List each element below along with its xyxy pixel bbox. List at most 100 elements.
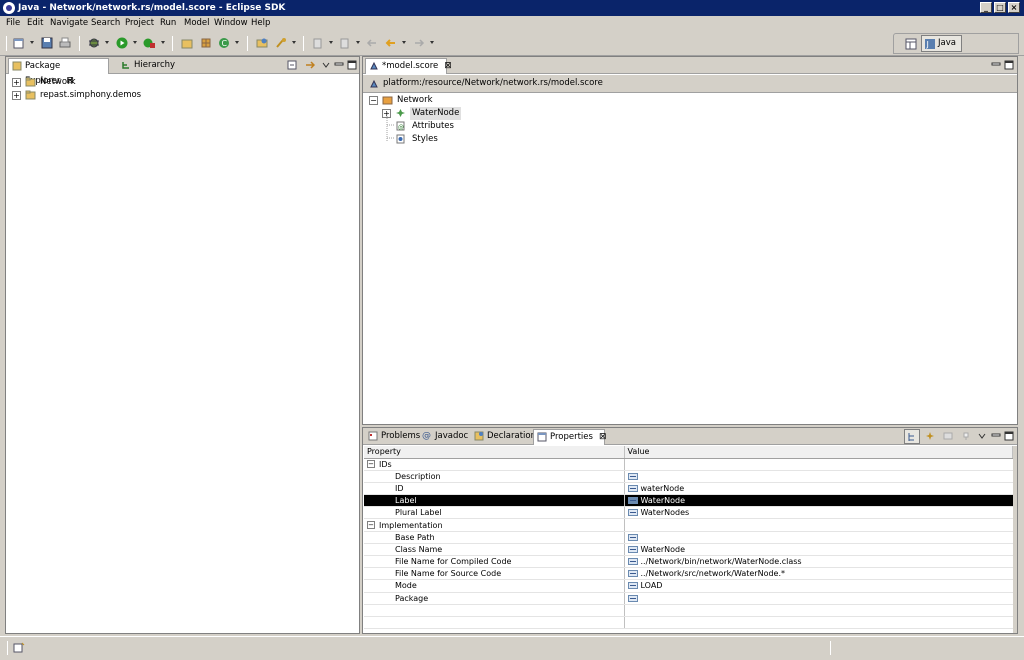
menu-window[interactable]: Window: [214, 17, 248, 30]
tab-declaration[interactable]: Declaration: [471, 429, 536, 445]
expand-icon[interactable]: +: [382, 109, 391, 118]
menu-project[interactable]: Project: [125, 17, 154, 30]
property-value[interactable]: WaterNode: [641, 545, 686, 554]
menu-search[interactable]: Search: [91, 17, 120, 30]
menu-edit[interactable]: Edit: [27, 17, 43, 30]
collapse-all-icon[interactable]: [287, 60, 297, 70]
property-name: Package: [364, 592, 625, 605]
show-advanced-icon[interactable]: [925, 431, 935, 441]
table-row[interactable]: Mode LOAD: [364, 579, 1013, 593]
menu-navigate[interactable]: Navigate: [50, 17, 88, 30]
tab-model-score[interactable]: *model.score ⊠: [365, 58, 452, 74]
new-package-icon[interactable]: [200, 37, 212, 49]
show-categories-button[interactable]: [904, 429, 920, 444]
annotation-dropdown-icon[interactable]: [329, 41, 333, 44]
debug-dropdown-icon[interactable]: [105, 41, 109, 44]
column-header-value[interactable]: Value: [624, 446, 1013, 459]
expand-icon[interactable]: +: [12, 78, 21, 87]
back-icon[interactable]: [385, 37, 397, 49]
search-dropdown-icon[interactable]: [292, 41, 296, 44]
new-class-icon[interactable]: C: [218, 37, 230, 49]
maximize-button[interactable]: □: [994, 2, 1006, 13]
fast-view-icon[interactable]: [13, 642, 25, 654]
pin-icon[interactable]: [961, 431, 971, 441]
back-dropdown-icon[interactable]: [402, 41, 406, 44]
next-annotation-dropdown-icon[interactable]: [356, 41, 360, 44]
search-icon[interactable]: [275, 37, 287, 49]
property-value[interactable]: WaterNode: [641, 496, 686, 505]
group-row-implementation[interactable]: − Implementation: [364, 518, 1013, 532]
property-name: File Name for Compiled Code: [364, 555, 625, 569]
new-dropdown-icon[interactable]: [30, 41, 34, 44]
forward-dropdown-icon[interactable]: [430, 41, 434, 44]
close-button[interactable]: ×: [1008, 2, 1020, 13]
minimize-view-icon[interactable]: [991, 431, 1001, 441]
link-editor-icon[interactable]: [305, 60, 315, 70]
property-value[interactable]: ../Network/src/network/WaterNode.*: [641, 569, 786, 578]
open-perspective-icon[interactable]: [905, 38, 917, 50]
new-class-dropdown-icon[interactable]: [235, 41, 239, 44]
new-java-project-icon[interactable]: [181, 37, 193, 49]
forward-icon[interactable]: [413, 37, 425, 49]
property-value[interactable]: ../Network/bin/network/WaterNode.class: [641, 557, 802, 566]
annotation-icon[interactable]: [312, 37, 324, 49]
debug-icon[interactable]: [88, 37, 100, 49]
collapse-icon[interactable]: −: [367, 460, 375, 469]
menu-help[interactable]: Help: [251, 17, 270, 30]
table-row-selected[interactable]: Label WaterNode: [364, 494, 1013, 508]
editor-breadcrumb: platform:/resource/Network/network.rs/mo…: [363, 75, 1017, 93]
group-row-ids[interactable]: − IDs: [364, 458, 1013, 471]
table-row[interactable]: ID waterNode: [364, 482, 1013, 496]
table-row[interactable]: Base Path: [364, 531, 1013, 544]
open-type-icon[interactable]: [256, 37, 268, 49]
run-dropdown-icon[interactable]: [133, 41, 137, 44]
external-tools-icon[interactable]: [143, 37, 155, 49]
tab-problems[interactable]: Problems: [365, 429, 420, 445]
print-icon[interactable]: [59, 37, 71, 49]
next-annotation-icon[interactable]: [339, 37, 351, 49]
property-value[interactable]: WaterNodes: [641, 508, 690, 517]
table-row[interactable]: File Name for Compiled Code ../Network/b…: [364, 555, 1013, 569]
minimize-button[interactable]: _: [980, 2, 992, 13]
java-perspective-label: Java: [938, 38, 956, 48]
run-icon[interactable]: [116, 37, 128, 49]
table-row[interactable]: Package: [364, 592, 1013, 605]
last-edit-icon[interactable]: [366, 37, 378, 49]
restore-default-icon[interactable]: [943, 431, 953, 441]
table-row[interactable]: File Name for Source Code ../Network/src…: [364, 567, 1013, 581]
toolbar-separator: [303, 36, 304, 51]
menu-run[interactable]: Run: [160, 17, 176, 30]
view-menu-icon[interactable]: [977, 431, 987, 441]
tab-properties[interactable]: Properties ⊠: [533, 429, 607, 445]
table-row[interactable]: Plural Label WaterNodes: [364, 506, 1013, 520]
external-tools-dropdown-icon[interactable]: [161, 41, 165, 44]
collapse-icon[interactable]: −: [369, 96, 378, 105]
view-menu-icon[interactable]: [321, 60, 331, 70]
minimize-view-icon[interactable]: [334, 60, 344, 70]
tab-package-explorer[interactable]: Package Explorer ⊠: [8, 58, 109, 86]
menu-file[interactable]: File: [6, 17, 20, 30]
save-icon[interactable]: [41, 37, 53, 49]
property-name: Description: [364, 470, 625, 483]
new-icon[interactable]: [13, 37, 25, 49]
property-value[interactable]: waterNode: [641, 484, 685, 493]
tab-hierarchy[interactable]: Hierarchy: [118, 58, 178, 74]
collapse-icon[interactable]: −: [367, 521, 375, 530]
close-icon[interactable]: ⊠: [444, 61, 452, 71]
minimize-view-icon[interactable]: [991, 60, 1001, 70]
properties-scrollbar[interactable]: [1013, 446, 1017, 633]
close-icon[interactable]: ⊠: [599, 432, 607, 442]
maximize-view-icon[interactable]: [1004, 431, 1014, 441]
java-perspective-button[interactable]: J Java: [921, 35, 962, 52]
property-value[interactable]: LOAD: [641, 581, 663, 590]
table-row[interactable]: Class Name WaterNode: [364, 543, 1013, 557]
tab-javadoc[interactable]: @ Javadoc: [419, 429, 469, 445]
column-header-property[interactable]: Property: [364, 446, 625, 459]
expand-icon[interactable]: +: [12, 91, 21, 100]
properties-table: Property Value − IDs Description ID water…: [364, 446, 1013, 630]
menu-model[interactable]: Model: [184, 17, 210, 30]
maximize-view-icon[interactable]: [1004, 60, 1014, 70]
svg-text:C: C: [222, 39, 228, 48]
table-row[interactable]: Description: [364, 470, 1013, 483]
maximize-view-icon[interactable]: [347, 60, 357, 70]
